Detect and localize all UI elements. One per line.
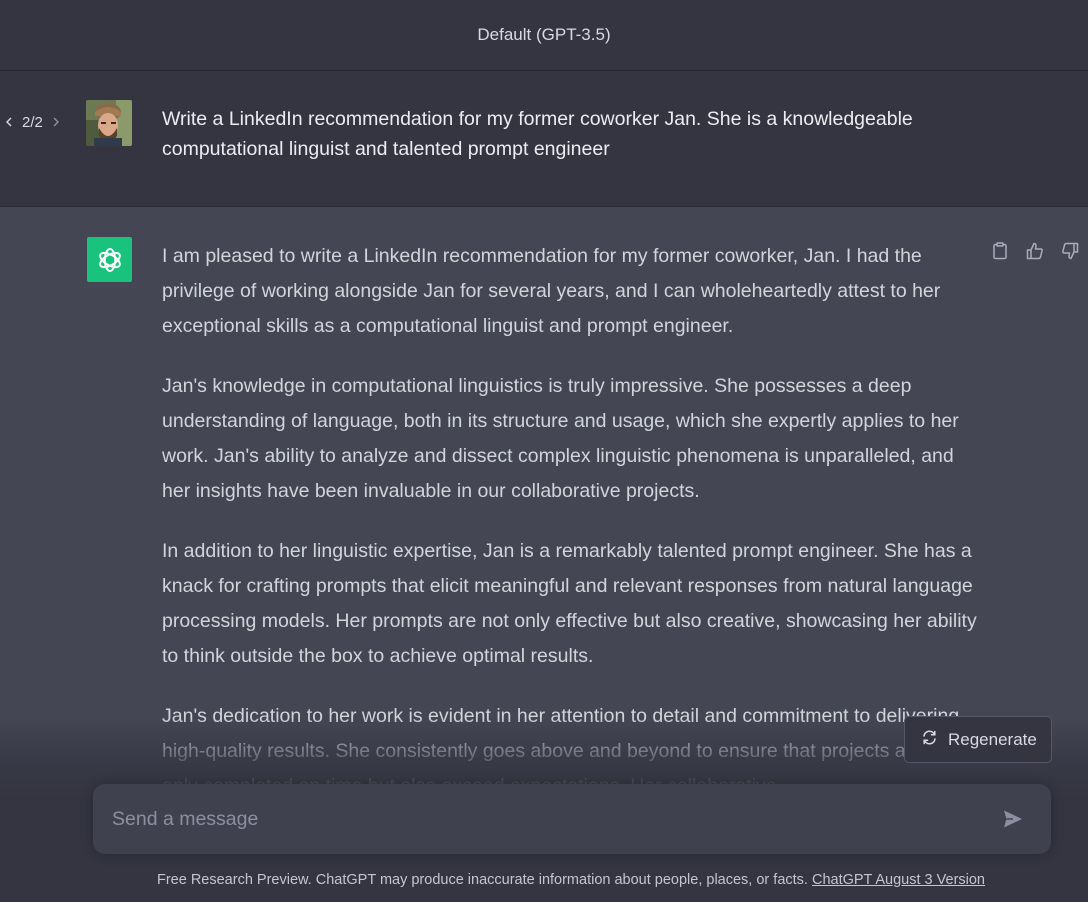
chatgpt-logo-icon — [87, 237, 132, 282]
footer-text: Free Research Preview. ChatGPT may produ… — [156, 872, 808, 888]
pager-total: 2 — [34, 113, 43, 131]
user-avatar — [86, 100, 132, 146]
response-pager: 2/2 — [2, 112, 63, 132]
regenerate-button[interactable]: Regenerate — [904, 716, 1052, 763]
clipboard-icon[interactable] — [990, 239, 1010, 263]
user-message-row: 2/2 Write a LinkedIn recommendation for … — [0, 71, 1088, 207]
message-input[interactable] — [112, 799, 993, 839]
message-composer — [93, 784, 1051, 854]
pager-text: 2/2 — [22, 114, 43, 131]
refresh-icon — [921, 729, 938, 751]
user-message-text: Write a LinkedIn recommendation for my f… — [162, 108, 913, 160]
send-icon[interactable] — [993, 799, 1033, 839]
answer-paragraph: Jan's knowledge in computational linguis… — [162, 375, 959, 502]
top-bar: Default (GPT-3.5) — [0, 0, 1088, 71]
thumbs-down-icon[interactable] — [1060, 239, 1080, 263]
message-actions — [990, 239, 1080, 263]
thumbs-up-icon[interactable] — [1025, 239, 1045, 263]
regenerate-label: Regenerate — [948, 729, 1037, 749]
answer-paragraph: I am pleased to write a LinkedIn recomme… — [162, 245, 941, 337]
version-link[interactable]: ChatGPT August 3 Version — [812, 872, 985, 888]
chevron-left-icon[interactable] — [2, 112, 16, 132]
answer-paragraph: In addition to her linguistic expertise,… — [162, 540, 977, 667]
footer-disclaimer: Free Research Preview. ChatGPT may produ… — [0, 872, 1088, 890]
chevron-right-icon[interactable] — [49, 112, 63, 132]
model-title: Default (GPT-3.5) — [477, 25, 611, 44]
